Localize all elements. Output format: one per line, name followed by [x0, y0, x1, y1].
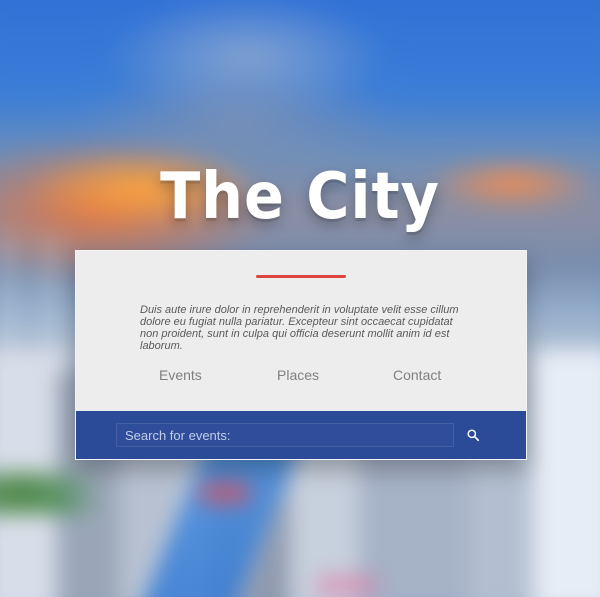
nav-contact-link[interactable]: Contact	[393, 367, 441, 383]
info-card: Duis aute irure dolor in reprehenderit i…	[75, 250, 527, 460]
building	[533, 349, 600, 597]
red-rooftop	[199, 482, 251, 504]
page-background: The City Duis aute irure dolor in repreh…	[0, 0, 600, 597]
search-icon	[467, 429, 480, 442]
card-navigation: Events Places Contact	[76, 367, 526, 389]
search-bar	[76, 411, 526, 459]
search-input[interactable]	[116, 423, 454, 447]
accent-divider	[256, 275, 346, 278]
tree-cluster	[0, 471, 99, 515]
pink-rooftop	[315, 576, 378, 594]
nav-places-link[interactable]: Places	[277, 367, 319, 383]
page-title: The City	[160, 160, 440, 234]
nav-events-link[interactable]: Events	[159, 367, 202, 383]
search-button[interactable]	[461, 423, 485, 447]
intro-text: Duis aute irure dolor in reprehenderit i…	[140, 304, 459, 352]
